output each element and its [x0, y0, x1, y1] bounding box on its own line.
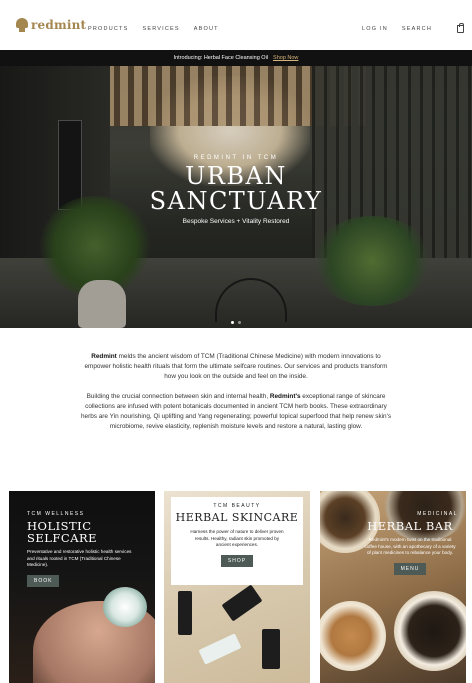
- bag-icon[interactable]: [457, 23, 464, 33]
- menu-button[interactable]: MENU: [393, 562, 427, 575]
- intro-text-1: melds the ancient wisdom of TCM (Traditi…: [84, 353, 388, 381]
- hero-title: URBAN SANCTUARY: [0, 164, 472, 214]
- nav-search[interactable]: SEARCH: [402, 26, 432, 32]
- card-3-title: HERBAL BAR: [367, 519, 453, 533]
- brand-logo[interactable]: redmint: [16, 18, 86, 32]
- card-1-kicker: TCM WELLNESS: [27, 511, 85, 517]
- card-2-textbox: TCM BEAUTY HERBAL SKINCARE Harness the p…: [171, 497, 303, 585]
- card-3-button-wrap: MENU: [362, 557, 458, 575]
- card-1-title-line-2: SELFCARE: [27, 531, 98, 545]
- card-2-description: Harness the power of nature to deliver p…: [190, 529, 284, 548]
- site-header: redmint PRODUCTS SERVICES ABOUT LOG IN S…: [0, 0, 472, 50]
- intro-text-2a: Building the crucial connection between …: [86, 392, 270, 400]
- card-2-kicker: TCM BEAUTY: [213, 503, 261, 509]
- card-1-text: TCM WELLNESS HOLISTIC SELFCARE Preventat…: [27, 511, 137, 587]
- hero-text: REDMINT IN TCM URBAN SANCTUARY Bespoke S…: [0, 155, 472, 225]
- announcement-shop-link[interactable]: Shop Now: [273, 55, 298, 61]
- card-1-title: HOLISTIC SELFCARE: [27, 520, 137, 544]
- slider-dot-1[interactable]: [231, 321, 234, 324]
- card-3-description: Redmint's modern twist on the traditiona…: [364, 537, 456, 556]
- hero-subtitle: Bespoke Services + Vitality Restored: [182, 218, 290, 225]
- card-photo-bottle-1: [178, 591, 192, 635]
- account-nav: LOG IN SEARCH: [362, 26, 432, 32]
- announcement-bar: Introducing: Herbal Face Cleansing Oil S…: [0, 50, 472, 66]
- logo-text: redmint: [31, 18, 87, 32]
- intro-paragraph-2: Building the crucial connection between …: [80, 392, 392, 433]
- card-herbal-bar[interactable]: MEDICINAL HERBAL BAR Redmint's modern tw…: [320, 491, 466, 683]
- card-3-text: MEDICINAL HERBAL BAR Redmint's modern tw…: [362, 511, 458, 575]
- announcement-text: Introducing: Herbal Face Cleansing Oil: [173, 55, 269, 61]
- card-3-kicker: MEDICINAL: [417, 511, 458, 517]
- card-1-content: TCM WELLNESS HOLISTIC SELFCARE Preventat…: [9, 491, 155, 683]
- card-herbal-skincare[interactable]: TCM BEAUTY HERBAL SKINCARE Harness the p…: [164, 491, 310, 683]
- intro-paragraph-1: Redmint melds the ancient wisdom of TCM …: [80, 352, 392, 383]
- card-1-description: Preventative and restorative holistic he…: [27, 549, 132, 568]
- intro-section: Redmint melds the ancient wisdom of TCM …: [80, 352, 392, 432]
- nav-login[interactable]: LOG IN: [362, 26, 388, 32]
- hero-kicker: REDMINT IN TCM: [193, 155, 279, 161]
- card-photo-bottle-2: [221, 584, 263, 622]
- card-photo-bottle-3: [262, 629, 280, 669]
- nav-services[interactable]: SERVICES: [142, 26, 179, 32]
- hero-title-line-1: URBAN: [185, 162, 287, 190]
- hero-title-line-2: SANCTUARY: [149, 187, 323, 215]
- book-button[interactable]: BOOK: [27, 574, 60, 587]
- card-holistic-selfcare[interactable]: TCM WELLNESS HOLISTIC SELFCARE Preventat…: [9, 491, 155, 683]
- slider-dot-2[interactable]: [238, 321, 241, 324]
- intro-brand-1: Redmint: [91, 353, 117, 360]
- logo-mark-icon: [16, 18, 28, 32]
- card-photo-tube: [198, 633, 242, 665]
- nav-products[interactable]: PRODUCTS: [88, 26, 128, 32]
- shop-button[interactable]: SHOP: [220, 554, 254, 567]
- card-2-title: HERBAL SKINCARE: [175, 511, 299, 524]
- hero-banner[interactable]: REDMINT IN TCM URBAN SANCTUARY Bespoke S…: [0, 66, 472, 328]
- slider-dots: [0, 321, 472, 324]
- card-photo-cup-3: [320, 601, 386, 671]
- intro-brand-2: Redmint's: [269, 392, 301, 400]
- card-photo-cup-4: [394, 591, 466, 671]
- primary-nav: PRODUCTS SERVICES ABOUT: [88, 26, 219, 32]
- nav-about[interactable]: ABOUT: [194, 26, 219, 32]
